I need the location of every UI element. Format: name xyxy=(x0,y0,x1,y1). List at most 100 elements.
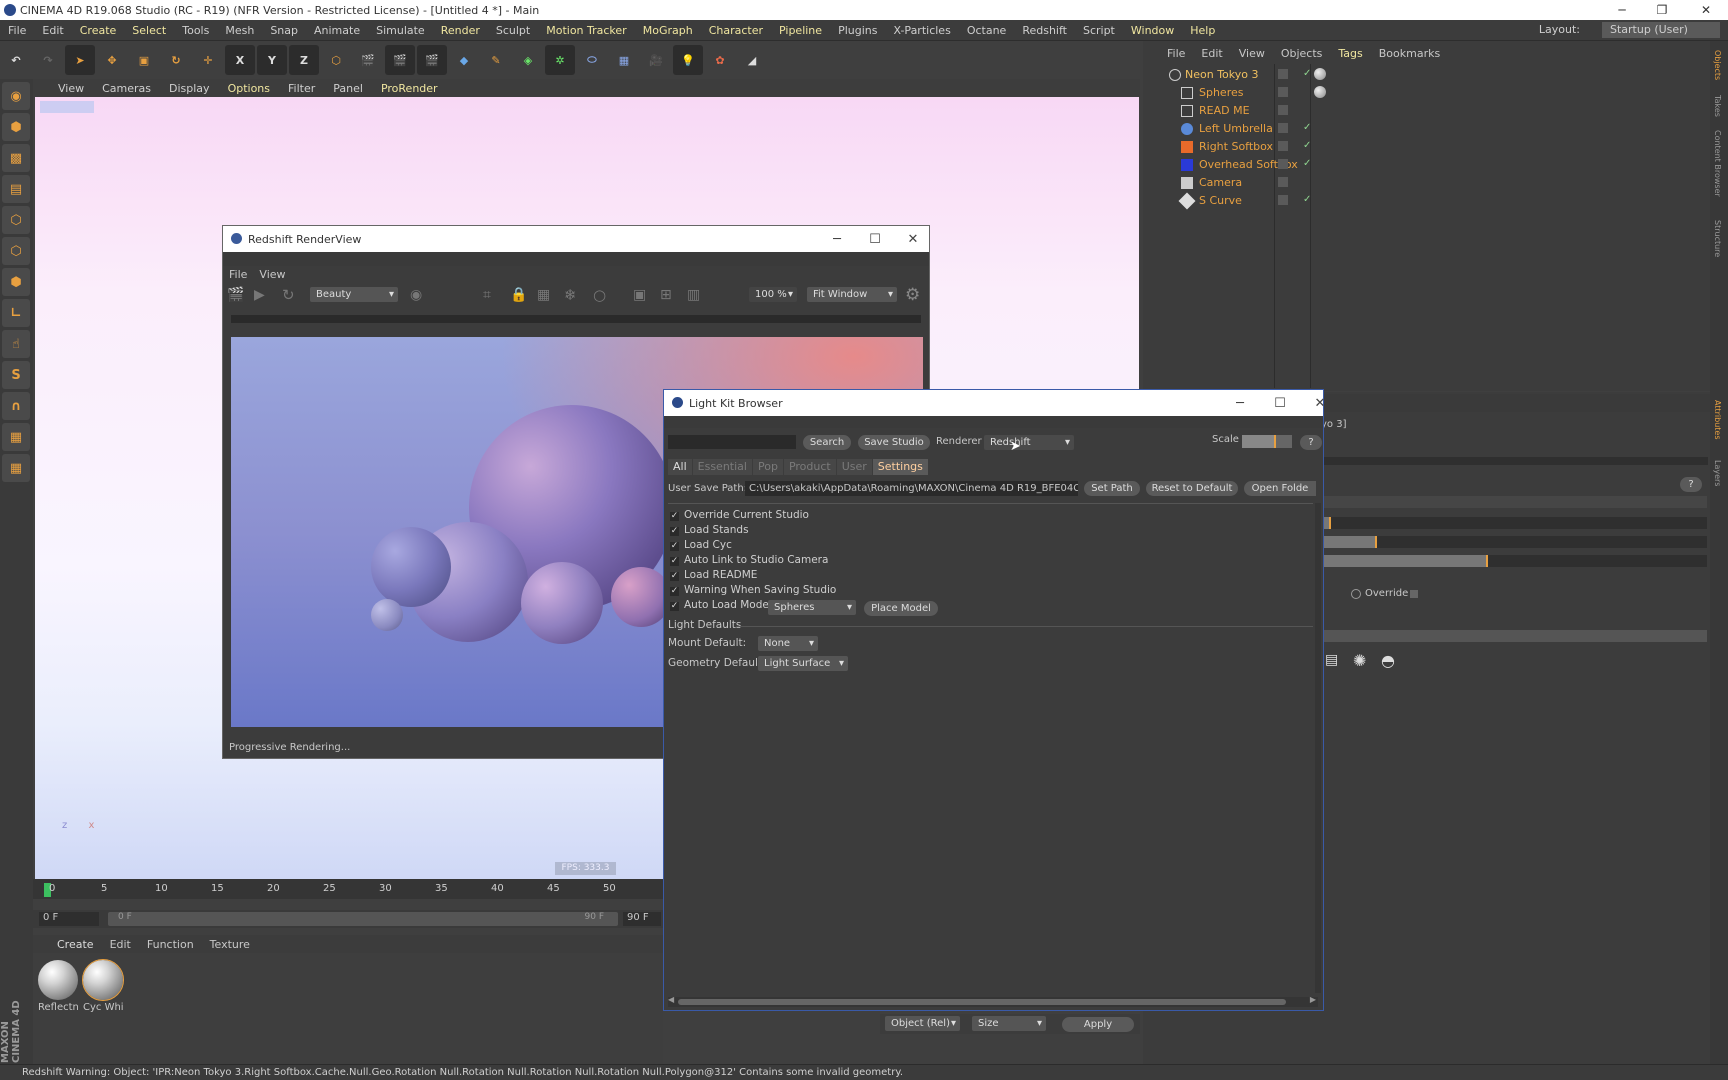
menu-tools[interactable]: Tools xyxy=(174,24,217,37)
render-settings-icon[interactable]: 🎬 xyxy=(417,45,447,75)
sphere-tag-icon[interactable] xyxy=(1314,86,1326,98)
menu-render[interactable]: Render xyxy=(433,24,488,37)
help-button[interactable]: ? xyxy=(1300,435,1322,450)
snapshot-icon[interactable]: ◉ xyxy=(410,287,422,303)
y-axis-lock-button[interactable]: Y xyxy=(257,45,287,75)
lightkit-horizontal-scrollbar[interactable]: ◀ ▶ xyxy=(668,995,1318,1007)
checkbox-checked-icon[interactable]: ✓ xyxy=(670,542,679,551)
option-auto-link-camera[interactable]: ✓ Auto Link to Studio Camera xyxy=(670,554,828,566)
attribute-slider-1[interactable] xyxy=(1323,517,1707,529)
close-icon[interactable]: ✕ xyxy=(1686,0,1726,20)
menu-help[interactable]: Help xyxy=(1182,24,1223,37)
tab-attributes[interactable]: Attributes xyxy=(1713,400,1722,440)
mat-menu-create[interactable]: Create xyxy=(49,938,102,951)
menu-edit[interactable]: Edit xyxy=(34,24,71,37)
set-path-button[interactable]: Set Path xyxy=(1084,481,1140,496)
scrollbar-thumb[interactable] xyxy=(678,999,1286,1005)
floor-icon[interactable]: ▦ xyxy=(609,45,639,75)
override-checkbox[interactable] xyxy=(1410,590,1418,598)
select-arrow-icon[interactable]: ➤ xyxy=(65,45,95,75)
material-swatch-reflectn[interactable] xyxy=(38,960,78,1000)
tab-layers[interactable]: Layers xyxy=(1713,460,1722,486)
object-row-right-softbox[interactable]: Right Softbox ✓ xyxy=(1143,138,1710,156)
renderview-menu-view[interactable]: View xyxy=(259,268,285,281)
last-tool-icon[interactable]: ✛ xyxy=(193,45,223,75)
open-folder-button[interactable]: Open Folde xyxy=(1244,481,1316,496)
timeline[interactable]: 0 5 10 15 20 25 30 35 40 45 50 xyxy=(33,879,663,899)
renderer-select[interactable]: Redshift xyxy=(984,435,1074,450)
option-load-stands[interactable]: ✓ Load Stands xyxy=(670,524,749,536)
menu-mograph[interactable]: MoGraph xyxy=(635,24,701,37)
checkbox-checked-icon[interactable]: ✓ xyxy=(670,557,679,566)
cube-icon[interactable]: ◆ xyxy=(449,45,479,75)
lightkit-search-input[interactable] xyxy=(668,435,796,449)
z-axis-lock-button[interactable]: Z xyxy=(289,45,319,75)
mount-type-icon[interactable]: ▤ xyxy=(1325,652,1338,668)
menu-character[interactable]: Character xyxy=(701,24,771,37)
add-snapshot-icon[interactable]: ⊞ xyxy=(660,287,672,303)
renderview-menu-file[interactable]: File xyxy=(229,268,259,281)
sky-icon[interactable]: ◢ xyxy=(737,45,767,75)
minimize-icon[interactable]: ─ xyxy=(819,226,855,252)
tab-product[interactable]: Product xyxy=(783,459,836,475)
render-picture-viewer-icon[interactable]: 🎬 xyxy=(385,45,415,75)
object-row-overhead-softbox[interactable]: Overhead Softbox ✓ xyxy=(1143,156,1710,174)
menu-create[interactable]: Create xyxy=(72,24,125,37)
obj-menu-bookmarks[interactable]: Bookmarks xyxy=(1371,47,1448,60)
maximize-icon[interactable]: ☐ xyxy=(1262,390,1298,416)
visibility-toggle[interactable] xyxy=(1278,195,1288,205)
freeze-icon[interactable]: ❄ xyxy=(564,286,577,304)
snap-icon[interactable]: S xyxy=(2,361,30,389)
fit-window-select[interactable]: Fit Window xyxy=(807,287,897,302)
menu-sculpt[interactable]: Sculpt xyxy=(488,24,538,37)
object-row-read-me[interactable]: READ ME xyxy=(1143,102,1710,120)
checkbox-checked-icon[interactable]: ✓ xyxy=(670,587,679,596)
pen-icon[interactable]: ✎ xyxy=(481,45,511,75)
place-model-button[interactable]: Place Model xyxy=(864,601,938,616)
enabled-check-icon[interactable]: ✓ xyxy=(1303,194,1311,205)
viewport-menu-view[interactable]: View xyxy=(49,82,93,95)
viewport-menu-prorender[interactable]: ProRender xyxy=(372,82,447,95)
scale-slider[interactable] xyxy=(1242,435,1292,448)
dome-type-icon[interactable]: ◓ xyxy=(1381,651,1395,670)
menu-pipeline[interactable]: Pipeline xyxy=(771,24,830,37)
menu-plugins[interactable]: Plugins xyxy=(830,24,885,37)
start-frame-field[interactable]: 0 F xyxy=(39,912,99,926)
mat-menu-texture[interactable]: Texture xyxy=(202,938,258,951)
menu-window[interactable]: Window xyxy=(1123,24,1182,37)
scroll-left-icon[interactable]: ◀ xyxy=(668,995,674,1004)
menu-octane[interactable]: Octane xyxy=(959,24,1015,37)
visibility-toggle[interactable] xyxy=(1278,69,1288,79)
minimize-icon[interactable]: ─ xyxy=(1222,390,1258,416)
obj-menu-view[interactable]: View xyxy=(1231,47,1273,60)
visibility-toggle[interactable] xyxy=(1278,177,1288,187)
coordinate-system-icon[interactable]: ⬡ xyxy=(321,45,351,75)
settings-gear-icon[interactable]: ⚙ xyxy=(905,285,920,305)
crop-icon[interactable]: ⌗ xyxy=(483,287,491,303)
frame-range-slider[interactable]: 0 F 90 F xyxy=(108,912,618,926)
menu-motion-tracker[interactable]: Motion Tracker xyxy=(538,24,634,37)
umbrella-type-icon[interactable]: ✺ xyxy=(1353,651,1366,670)
option-auto-load-model[interactable]: ✓ Auto Load Model xyxy=(670,599,772,611)
visibility-toggle[interactable] xyxy=(1278,105,1288,115)
menu-script[interactable]: Script xyxy=(1075,24,1123,37)
obj-menu-tags[interactable]: Tags xyxy=(1330,47,1370,60)
workplane-snap-icon[interactable]: ▦ xyxy=(2,454,30,482)
x-axis-lock-button[interactable]: X xyxy=(225,45,255,75)
enabled-check-icon[interactable]: ✓ xyxy=(1303,68,1311,79)
checkbox-checked-icon[interactable]: ✓ xyxy=(670,512,679,521)
enabled-check-icon[interactable]: ✓ xyxy=(1303,158,1311,169)
lock-icon[interactable]: 🔒 xyxy=(510,287,527,303)
checkbox-checked-icon[interactable]: ✓ xyxy=(670,572,679,581)
attribute-mode-select[interactable] xyxy=(1323,496,1707,508)
option-load-readme[interactable]: ✓ Load README xyxy=(670,569,757,581)
tab-essential[interactable]: Essential xyxy=(692,459,752,475)
refresh-icon[interactable]: ↻ xyxy=(282,286,295,304)
magnet-icon[interactable]: ∩ xyxy=(2,392,30,420)
attribute-slider-2[interactable] xyxy=(1323,536,1707,548)
menu-simulate[interactable]: Simulate xyxy=(368,24,433,37)
save-studio-button[interactable]: Save Studio xyxy=(858,435,930,450)
array-icon[interactable]: ✲ xyxy=(545,45,575,75)
bucket-grid-icon[interactable]: ▦ xyxy=(537,287,550,303)
light-icon[interactable]: 💡 xyxy=(673,45,703,75)
